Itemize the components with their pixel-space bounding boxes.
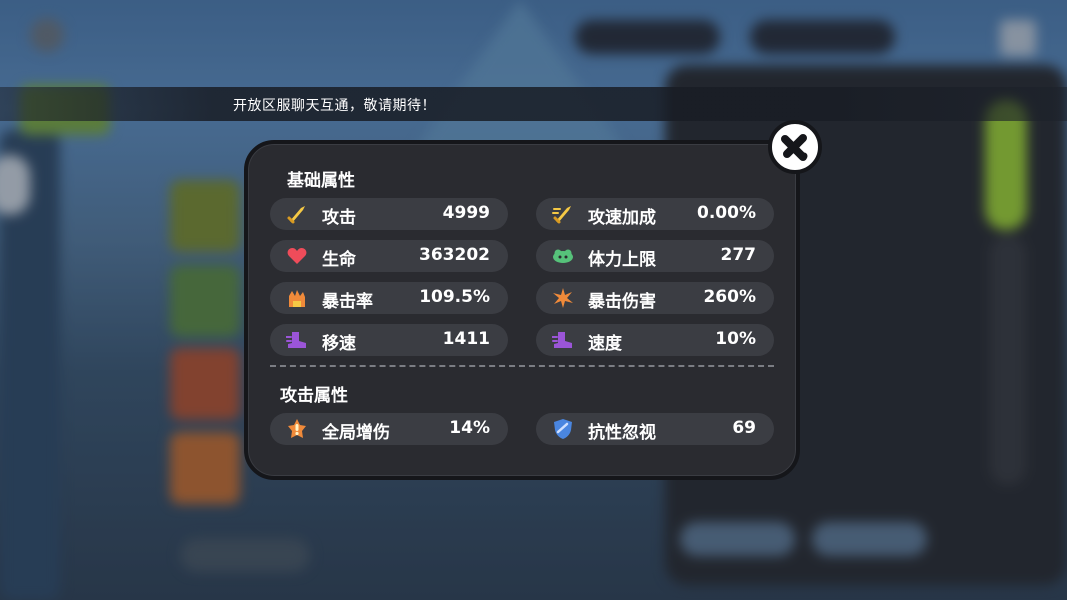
announcement-banner [0, 87, 1067, 121]
stat-label: 移速 [322, 334, 356, 354]
stat-row-move-speed: 移速 1411 [270, 324, 508, 356]
stat-value: 4999 [442, 203, 490, 223]
boot-icon [552, 332, 572, 348]
stat-value: 260% [703, 287, 756, 307]
stat-label: 攻击 [322, 208, 356, 228]
stat-label: 生命 [322, 250, 356, 270]
stat-value: 1411 [442, 329, 490, 349]
stat-row-hp: 生命 363202 [270, 240, 508, 272]
basic-attributes-title: 基础属性 [287, 171, 355, 191]
stat-label: 速度 [588, 334, 622, 354]
stat-row-global-damage: 全局增伤 14% [270, 413, 508, 445]
stat-label: 暴击率 [322, 292, 373, 312]
stat-value: 109.5% [419, 287, 490, 307]
crit-burst-icon [553, 288, 573, 308]
stat-label: 抗性忽视 [588, 423, 656, 443]
stat-row-attack-speed: 攻速加成 0.00% [536, 198, 774, 230]
speed-sword-icon [552, 206, 571, 224]
crit-fist-icon [289, 290, 305, 307]
damage-up-icon [288, 419, 306, 438]
section-divider [270, 365, 774, 367]
sword-icon [287, 206, 305, 224]
stat-row-speed: 速度 10% [536, 324, 774, 356]
boot-icon [286, 332, 306, 348]
stat-value: 69 [732, 418, 756, 438]
stat-row-attack: 攻击 4999 [270, 198, 508, 230]
stat-row-stamina: 体力上限 277 [536, 240, 774, 272]
stat-value: 277 [720, 245, 757, 265]
stat-row-resist-ignore: 抗性忽视 69 [536, 413, 774, 445]
stamina-icon [553, 249, 573, 263]
stat-row-crit-rate: 暴击率 109.5% [270, 282, 508, 314]
stat-row-crit-damage: 暴击伤害 260% [536, 282, 774, 314]
attack-attributes-title: 攻击属性 [280, 386, 348, 406]
stat-value: 14% [449, 418, 490, 438]
shield-icon [554, 419, 572, 439]
close-icon [781, 134, 808, 161]
stat-label: 攻速加成 [588, 208, 656, 228]
close-button[interactable] [768, 120, 822, 174]
stat-value: 363202 [419, 245, 490, 265]
stat-value: 10% [715, 329, 756, 349]
announcement-text: 开放区服聊天互通，敬请期待！ [233, 98, 436, 114]
stat-value: 0.00% [697, 203, 756, 223]
stat-label: 体力上限 [588, 250, 656, 270]
stat-label: 暴击伤害 [588, 292, 656, 312]
heart-icon [287, 248, 307, 264]
stat-label: 全局增伤 [322, 423, 390, 443]
